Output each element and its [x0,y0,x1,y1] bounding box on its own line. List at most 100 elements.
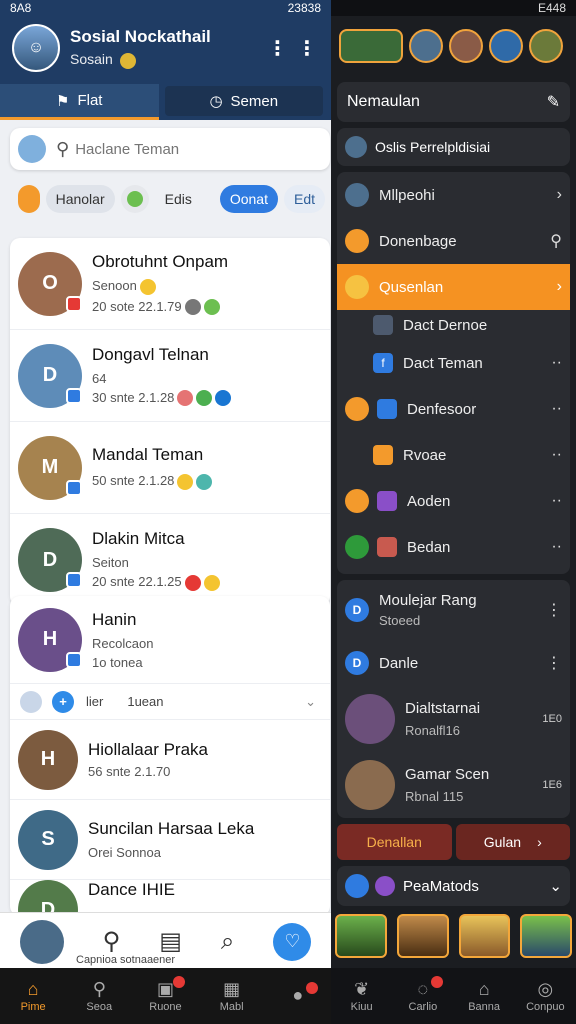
people-list: D Moulejar Rang Stoeed ⋮ D Danle ⋮ Dialtstarn… [337,580,570,818]
list-item[interactable]: S Suncilan Harsaa Leka Orei Sonnoa [10,800,330,880]
avatar [18,135,46,163]
person-row[interactable]: Dialtstarnai Ronalfl16 1E0 [337,686,570,752]
story-avatar[interactable] [449,29,483,63]
menu-item[interactable]: Bedan ·· [337,524,570,570]
heart-button[interactable]: ♡ [273,922,312,961]
nav-chat[interactable]: ▣ Ruone [135,976,195,1013]
more-icon[interactable]: ·· [551,446,562,464]
story-avatar[interactable] [489,29,523,63]
facebook-icon: f [373,353,393,373]
edit-icon[interactable]: ✎ [547,92,560,112]
status-badge [66,296,82,312]
smile-icon [345,275,369,299]
menu-item[interactable]: Aoden ·· [337,478,570,524]
search-row[interactable]: Oslis Perrelpldisiai [337,128,570,166]
person-icon: ● [292,985,304,1005]
chip-hanolar[interactable]: Hanolar [45,185,115,213]
contact-name: Hanin [92,609,137,629]
app-icon [345,535,369,559]
magnifier-icon[interactable]: ⌕ [221,928,234,956]
menu-item[interactable]: Mllpeohi › [337,172,570,218]
story-avatar[interactable] [529,29,563,63]
nav-label: Mabl [219,1001,244,1013]
tab-label: Semen [230,92,279,110]
person-row[interactable]: D Moulejar Rang Stoeed ⋮ [337,580,570,640]
contact-status: Recolcaon [92,635,154,651]
contact-name: Obrotuhnt Onpam [92,251,229,271]
chip-edis[interactable]: Edis [155,185,202,213]
checkbox-label[interactable]: lier [86,694,103,709]
status-icons: 23838 [287,1,321,15]
menu-item-active[interactable]: Qusenlan › [337,264,570,310]
menu-item[interactable]: Dact Dernoe [337,310,570,340]
folder-row[interactable]: PeaMatods ⌄ [337,866,570,906]
right-pane: E448 Nemaulan ✎ Oslis Perrelpldisiai Mll… [331,0,576,1024]
tab-flat[interactable]: ⚑ Flat [0,84,159,120]
person-row[interactable]: Gamar Scen Rbnal 115 1E6 [337,752,570,818]
nav-kiuu[interactable]: ❦ Kiuu [332,979,392,1013]
nav-grid[interactable]: ▦ Mabl [202,979,262,1013]
clock: E448 [537,1,566,15]
chip-edt[interactable]: Edt [283,185,325,213]
menu-item[interactable]: Rvoae ·· [337,432,570,478]
list-item[interactable]: D Dongavl Telnan 64 30 snte 2.1.28 [10,330,330,422]
clock-icon[interactable] [120,185,149,213]
menu-item[interactable]: Donenbage ⚲ [337,218,570,264]
avatar: D [18,880,78,916]
calendar-icon[interactable]: ▤ [159,927,182,956]
plus-icon[interactable]: + [52,690,74,713]
nav-home[interactable]: ⌂ Pime [3,979,63,1013]
thumbnail[interactable] [396,914,449,958]
search-icon: ⚲ [92,979,106,999]
chevron-right-icon: › [556,186,562,203]
notification-dot [173,976,186,988]
person-row[interactable]: D Danle ⋮ [337,640,570,686]
leaf-icon: ❦ [354,979,370,999]
clock: 8A8 [10,1,32,15]
list-item[interactable]: M Mandal Teman 50 snte 2.1.28 [10,422,330,514]
chevron-down-icon[interactable]: ⌄ [305,694,316,710]
vertical-dots-icon[interactable]: ⋮ [546,653,562,673]
chip-oonat[interactable]: Oonat [219,185,278,213]
menu-item[interactable]: f Dact Teman ·· [337,340,570,386]
more-icon[interactable]: ·· [551,354,562,372]
vertical-dots-icon[interactable]: ⋮ ⋮ [267,36,319,61]
list-item[interactable]: O Obrotuhnt Onpam Senoon 20 sote 22.1.79 [10,238,330,330]
list-item[interactable]: H Hiollalaar Praka 56 snte 2.1.70 [10,720,330,800]
denallan-button[interactable]: Denallan [337,824,452,860]
thumbnail[interactable] [520,914,572,958]
more-icon[interactable]: ·· [551,400,562,418]
avatar[interactable] [19,919,64,964]
chevron-down-icon: ⌄ [549,878,562,895]
story-logo[interactable] [339,29,403,63]
search-input[interactable] [75,140,276,158]
thumbnail[interactable] [335,914,387,958]
list-item[interactable]: D Dlakin Mitca Seiton 20 snte 22.1.25 [10,514,330,606]
avatar[interactable]: ☺ [12,24,60,72]
avatar: H [18,729,78,790]
timestamp: 20 sote 22.1.79 [92,299,228,316]
list-item[interactable]: D Dance IHIE [10,880,330,916]
search-icon[interactable]: ⚲ [550,231,562,251]
list-item[interactable]: H Hanin Recolcaon 1o tonea [10,596,330,684]
story-avatar[interactable] [409,29,443,63]
more-icon[interactable]: ·· [551,492,562,510]
timestamp: 56 snte 2.1.70 [88,764,171,779]
bell-icon [345,397,369,421]
more-icon[interactable]: ·· [551,538,562,556]
nav-carlio[interactable]: ◌ Carlio [393,976,453,1013]
thumbnail[interactable] [458,914,511,958]
nav-search[interactable]: ⚲ Seoa [69,979,129,1013]
menu-item[interactable]: Denfesoor ·· [337,386,570,432]
gulan-button[interactable]: Gulan › [455,824,570,860]
profile-name: Sosial Nockathail [70,27,211,47]
search-icon[interactable]: ⚲ [103,927,121,956]
nav-profile[interactable]: ● [268,982,328,1007]
nav-label: Ruone [149,1001,182,1013]
nav-banna[interactable]: ⌂ Banna [454,979,514,1013]
tab-semen[interactable]: ◷ Semen [164,86,323,116]
chat-icon[interactable] [18,185,40,213]
app-header: ☺ Sosial Nockathail Sosain ⋮ ⋮ [0,16,331,80]
nav-conpuo[interactable]: ◎ Conpuo [515,979,575,1013]
vertical-dots-icon[interactable]: ⋮ [546,600,562,620]
